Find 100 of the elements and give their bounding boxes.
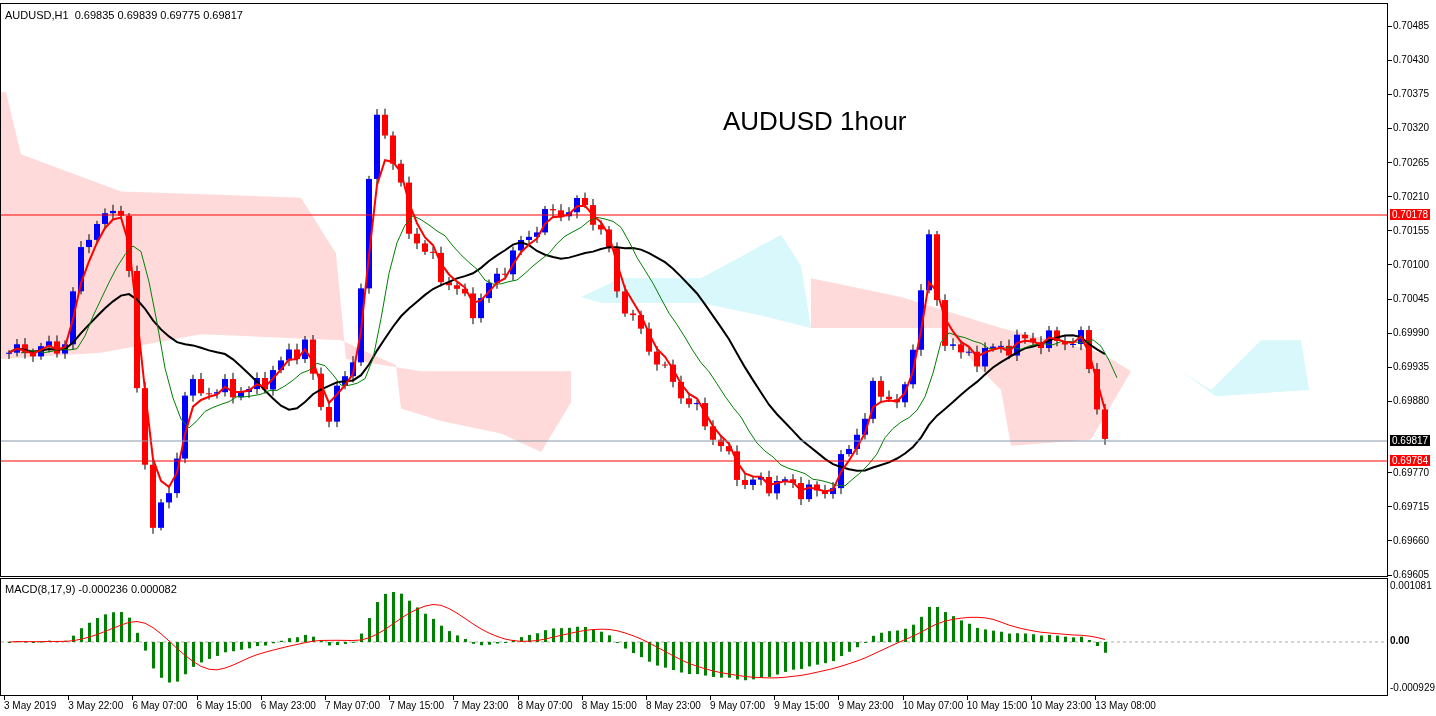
time-axis-label: 3 May 2019: [4, 700, 58, 712]
time-axis-label: 8 May 15:00: [581, 700, 638, 712]
macd-bar: [80, 628, 83, 642]
price-axis-label: 0.70100: [1393, 258, 1430, 271]
macd-bar: [216, 642, 219, 656]
macd-bar: [368, 618, 371, 642]
macd-bar: [328, 642, 331, 646]
macd-bar: [192, 642, 195, 667]
macd-bar: [896, 630, 899, 642]
macd-bar: [232, 642, 235, 652]
macd-bar: [800, 642, 803, 669]
price-axis-label: 0.69770: [1393, 466, 1430, 479]
price-marker: 0.69784: [1390, 454, 1431, 466]
macd-bar: [928, 606, 931, 642]
macd-axis-label: -0.000929: [1390, 682, 1436, 694]
time-axis-label: 8 May 23:00: [645, 700, 702, 712]
time-axis-label: 9 May 23:00: [838, 700, 895, 712]
macd-bar: [104, 614, 107, 642]
macd-bar: [736, 642, 739, 680]
macd-bar: [704, 642, 707, 676]
macd-bar: [424, 613, 427, 642]
macd-bar: [112, 612, 115, 642]
macd-bar: [656, 642, 659, 666]
price-marker: 0.69817: [1390, 434, 1431, 446]
macd-bar: [208, 642, 211, 659]
time-axis-label: 10 May 23:00: [1031, 700, 1093, 712]
time-axis-label: 13 May 08:00: [1095, 700, 1157, 712]
macd-bar: [528, 634, 531, 642]
time-axis-label: 6 May 07:00: [132, 700, 189, 712]
price-axis-label: 0.70485: [1393, 20, 1430, 32]
macd-axis-label: 0.001081: [1390, 580, 1432, 592]
macd-bar: [488, 642, 491, 645]
macd-bar: [688, 642, 691, 674]
macd-bar: [520, 637, 523, 642]
macd-bar: [336, 642, 339, 646]
macd-bar: [608, 635, 611, 642]
macd-bar: [776, 642, 779, 675]
macd-bar: [920, 616, 923, 642]
price-axis-label: 0.70155: [1393, 224, 1430, 237]
macd-bar: [464, 639, 467, 642]
macd-bar: [440, 625, 443, 642]
macd-bar: [304, 634, 307, 642]
price-axis-label: 0.69660: [1393, 534, 1430, 547]
macd-bar: [960, 620, 963, 642]
macd-bar: [992, 630, 995, 642]
macd-bar: [720, 642, 723, 678]
macd-bar: [456, 635, 459, 642]
macd-bar: [1056, 635, 1059, 642]
macd-bar: [1016, 633, 1019, 642]
macd-bar: [784, 642, 787, 672]
macd-bar: [376, 602, 379, 642]
macd-bar: [136, 632, 139, 642]
macd-bar: [128, 617, 131, 642]
macd-bar: [624, 642, 627, 649]
macd-bar: [1040, 635, 1043, 642]
macd-bar: [392, 592, 395, 642]
time-axis-label: 9 May 15:00: [774, 700, 831, 712]
macd-bar: [1064, 636, 1067, 642]
macd-bar: [1024, 633, 1027, 642]
macd-bar: [832, 642, 835, 662]
macd-bar: [160, 642, 163, 678]
price-axis-label: 0.70375: [1393, 88, 1430, 101]
macd-bar: [176, 642, 179, 682]
price-axis-label: 0.69990: [1393, 327, 1430, 340]
price-axis-label: 0.70045: [1393, 293, 1430, 305]
macd-bar: [584, 627, 587, 642]
macd-bar: [448, 631, 451, 642]
macd-bar: [576, 626, 579, 642]
macd-bar: [560, 628, 563, 642]
chart-title: AUDUSD 1hour: [723, 105, 907, 138]
macd-bar: [312, 636, 315, 642]
macd-bar: [888, 631, 891, 642]
macd-axis-label: 0.00: [1390, 635, 1410, 647]
macd-bar: [1048, 634, 1051, 642]
macd-bar: [480, 642, 483, 646]
price-axis-label: 0.70210: [1393, 190, 1430, 203]
macd-bar: [1032, 634, 1035, 642]
macd-bar: [824, 642, 827, 664]
price-axis-label: 0.69715: [1393, 500, 1430, 513]
macd-bar: [632, 642, 635, 654]
macd-bar: [264, 642, 267, 646]
macd-bar: [408, 600, 411, 642]
macd-bar: [1104, 642, 1107, 653]
macd-bar: [1072, 637, 1075, 642]
time-axis-label: 10 May 15:00: [966, 700, 1029, 712]
macd-bar: [808, 642, 811, 667]
macd-bar: [944, 612, 947, 642]
macd-bar: [752, 642, 755, 680]
macd-bar: [680, 642, 683, 673]
macd-bar: [600, 631, 603, 642]
macd-bar: [120, 612, 123, 642]
macd-bar: [384, 593, 387, 642]
macd-bar: [1008, 633, 1011, 642]
macd-bar: [536, 633, 539, 642]
time-axis-label: 6 May 15:00: [196, 700, 253, 712]
macd-bar: [88, 622, 91, 642]
macd-bar: [592, 629, 595, 642]
macd-bar: [288, 638, 291, 642]
macd-bar: [872, 635, 875, 642]
macd-bar: [72, 635, 75, 642]
